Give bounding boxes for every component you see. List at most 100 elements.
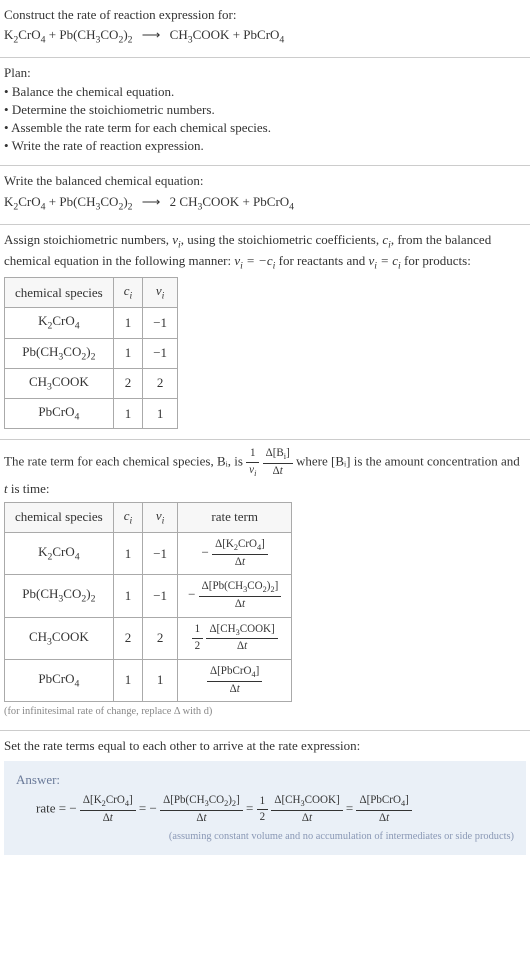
col-rate-term: rate term [178,502,292,532]
rule-reactants: νi = −ci [234,253,275,268]
prompt-text: Construct the rate of reaction expressio… [4,6,526,24]
frac-den: Δt [206,639,277,654]
rate-term-section: The rate term for each chemical species,… [0,440,530,730]
frac: Δ[CH3COOK] Δt [271,793,342,826]
plan-item: • Write the rate of reaction expression. [4,137,526,155]
frac-num: Δ[Pb(CH3CO2)2] [199,579,282,597]
col-nui: νi [143,278,178,308]
plus: + [233,27,244,42]
text: is time: [8,481,50,496]
rate-term-text: The rate term for each chemical species,… [4,446,526,497]
cell-species: K2CrO4 [5,308,114,338]
c-i: ci [382,232,391,247]
frac-num: Δ[CH3COOK] [206,622,277,640]
plan-item-text: Balance the chemical equation. [12,84,174,99]
frac-coef: 1 2 [192,622,204,654]
answer-note: (assuming constant volume and no accumul… [16,830,514,845]
rule-products: νi = ci [369,253,401,268]
frac: Δ[Pb(CH3CO2)2] Δt [199,579,282,612]
prompt-section: Construct the rate of reaction expressio… [0,0,530,58]
plan-heading: Plan: [4,64,526,82]
plan-section: Plan: • Balance the chemical equation. •… [0,58,530,166]
frac-num: Δ[Pb(CH3CO2)2] [160,793,243,811]
plan-item-text: Determine the stoichiometric numbers. [12,102,215,117]
plus: + [49,194,60,209]
cell-ci: 1 [113,399,143,429]
species-pbac2: Pb(CH3CO2)2 [59,194,132,209]
frac-num: Δ[PbCrO4] [207,664,262,682]
frac: Δ[Pb(CH3CO2)2] Δt [160,793,243,826]
sign: − [150,801,157,816]
frac-den: 2 [257,810,269,825]
cell-species: PbCrO4 [5,659,114,701]
frac-den: Δt [263,464,293,479]
text: Assign stoichiometric numbers, [4,232,172,247]
final-heading: Set the rate terms equal to each other t… [4,737,526,755]
species-pbcro4: PbCrO4 [243,27,284,42]
frac: Δ[PbCrO4] Δt [356,793,411,826]
table-row: Pb(CH3CO2)2 1 −1 [5,338,178,368]
equals: = [246,801,257,816]
frac: Δ[CH3COOK] Δt [206,622,277,655]
frac-one-over-nu: 1 νi [246,446,259,479]
sign: − [202,545,209,560]
final-section: Set the rate terms equal to each other t… [0,731,530,865]
cell-species: CH3COOK [5,368,114,398]
plus: + [49,27,60,42]
infinitesimal-note: (for infinitesimal rate of change, repla… [4,705,526,720]
rate-label: rate = [36,801,69,816]
col-ci: ci [113,502,143,532]
frac: Δ[K2CrO4] Δt [80,793,136,826]
frac-coef: 1 2 [257,794,269,826]
species-ch3cook: CH3COOK [170,27,230,42]
plan-item-text: Assemble the rate term for each chemical… [11,120,271,135]
stoich-section: Assign stoichiometric numbers, νi, using… [0,225,530,441]
cell-nui: 2 [143,368,178,398]
cell-ci: 1 [113,659,143,701]
table-row: CH3COOK 2 2 1 2 Δ[CH3COOK] Δt [5,617,292,659]
frac-num: Δ[K2CrO4] [212,537,268,555]
stoich-text: Assign stoichiometric numbers, νi, using… [4,231,526,273]
frac-num: 1 [257,794,269,810]
plan-item: • Assemble the rate term for each chemic… [4,119,526,137]
frac-dbi-dt: Δ[Bi] Δt [263,446,293,479]
cell-ci: 1 [113,338,143,368]
cell-species: Pb(CH3CO2)2 [5,575,114,617]
cell-ci: 1 [113,575,143,617]
frac-num: Δ[CH3COOK] [271,793,342,811]
equals: = [139,801,150,816]
frac-den: Δt [212,555,268,570]
cell-nui: −1 [143,575,178,617]
sign: − [69,801,76,816]
frac-num: Δ[PbCrO4] [356,793,411,811]
equals: = [346,801,357,816]
species-pbcro4: PbCrO4 [253,194,294,209]
cell-ci: 1 [113,533,143,575]
col-species: chemical species [5,278,114,308]
cell-species: Pb(CH3CO2)2 [5,338,114,368]
answer-box: Answer: rate = − Δ[K2CrO4] Δt = − Δ[Pb(C… [4,761,526,855]
frac-den: Δt [199,597,282,612]
rate-expression: rate = − Δ[K2CrO4] Δt = − Δ[Pb(CH3CO2)2]… [16,793,514,826]
plan-item: • Determine the stoichiometric numbers. [4,101,526,119]
cell-ci: 2 [113,617,143,659]
cell-species: K2CrO4 [5,533,114,575]
species-k2cro4: K2CrO4 [4,27,46,42]
plan-item-text: Write the rate of reaction expression. [12,138,204,153]
table-row: K2CrO4 1 −1 − Δ[K2CrO4] Δt [5,533,292,575]
text: The rate term for each chemical species,… [4,454,246,469]
plan-item: • Balance the chemical equation. [4,83,526,101]
species-pbac2: Pb(CH3CO2)2 [59,27,132,42]
cell-nui: 1 [143,399,178,429]
frac-num: 1 [192,622,204,638]
frac-den: Δt [356,811,411,826]
cell-nui: −1 [143,338,178,368]
frac-den: Δt [271,811,342,826]
cell-ci: 2 [113,368,143,398]
reaction-arrow: ⟶ [136,27,167,42]
cell-rate-term: Δ[PbCrO4] Δt [178,659,292,701]
stoich-table: chemical species ci νi K2CrO4 1 −1 Pb(CH… [4,277,178,429]
cell-species: CH3COOK [5,617,114,659]
table-row: CH3COOK 2 2 [5,368,178,398]
species-k2cro4: K2CrO4 [4,194,46,209]
